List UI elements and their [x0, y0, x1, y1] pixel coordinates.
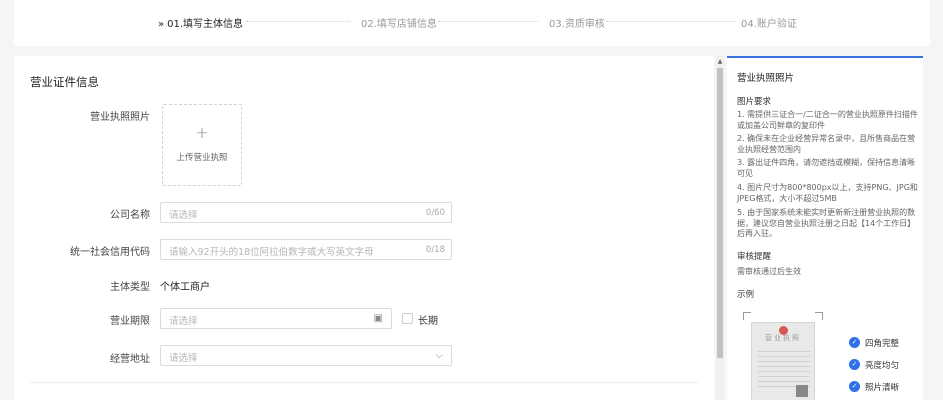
company-name-label: 公司名称: [110, 210, 150, 221]
step-connector: [606, 21, 736, 22]
form-scrollbar[interactable]: ▲: [716, 56, 724, 400]
corner-mark: [743, 312, 751, 320]
business-term-placeholder: 请选择: [169, 316, 198, 327]
text-lines: [758, 347, 810, 387]
qr-code-icon: [796, 385, 808, 397]
plus-icon: +: [195, 123, 209, 142]
address-label: 经营地址: [110, 354, 150, 365]
step-3[interactable]: 03.资质审核: [549, 15, 605, 30]
license-photo-label: 营业执照照片: [90, 112, 150, 123]
step-connector: [246, 21, 350, 22]
scroll-up-icon[interactable]: ▲: [716, 58, 724, 65]
sample-header: 营业执照: [765, 334, 801, 342]
credit-code-placeholder: 请输入92开头的18位阿拉伯数字或大写英文字母: [169, 247, 374, 258]
step-2[interactable]: 02.填写店铺信息: [361, 15, 437, 30]
chevron-down-icon: ⌵: [435, 350, 443, 361]
help-title: 营业执照照片: [737, 73, 795, 84]
long-term-label: 长期: [418, 316, 438, 327]
divider: [30, 382, 698, 383]
license-thumbnail: 营业执照: [751, 322, 815, 400]
scroll-thumb[interactable]: [717, 68, 723, 358]
check-circle-icon: ✓: [849, 337, 860, 348]
steps-bar: » 01.填写主体信息 02.填写店铺信息 03.资质审核 04.账户验证: [14, 0, 930, 46]
check-circle-icon: ✓: [849, 359, 860, 370]
example-title: 示例: [737, 290, 755, 300]
address-select[interactable]: 请选择 ⌵: [160, 345, 452, 366]
business-term-label: 营业期限: [110, 316, 150, 327]
check-circle-icon: ✓: [849, 381, 860, 392]
upload-text: 上传营业执照: [176, 153, 228, 163]
requirement-item: 2. 确保未在企业经营异常名录中，且所售商品在营业执照经营范围内: [737, 134, 916, 154]
review-title: 审核提醒: [737, 252, 772, 262]
business-license-form: 营业证件信息 营业执照照片 + 上传营业执照 公司名称 请选择 0/60 统一社…: [14, 56, 714, 400]
address-placeholder: 请选择: [169, 353, 198, 364]
requirement-item: 3. 露出证件四角，请勿遮挡或模糊，保持信息清晰可见: [737, 158, 916, 178]
step-4[interactable]: 04.账户验证: [741, 15, 797, 30]
step-1[interactable]: » 01.填写主体信息: [158, 15, 243, 30]
business-term-input[interactable]: 请选择 ▣: [160, 308, 392, 329]
requirements-title: 图片要求: [737, 97, 772, 107]
step-arrow-icon: »: [158, 19, 165, 30]
entity-type-label: 主体类型: [110, 282, 150, 293]
license-upload-box[interactable]: + 上传营业执照: [162, 104, 242, 186]
company-name-placeholder: 请选择: [169, 210, 198, 221]
requirement-item: 5. 由于国家系统未能实时更新新注册营业执照的数据，建议您自营业执照注册之日起【…: [737, 208, 916, 238]
credit-code-count: 0/18: [425, 245, 445, 255]
company-name-input[interactable]: 请选择 0/60: [160, 202, 452, 223]
requirement-item: 1. 需提供三证合一/二证合一的营业执照原件扫描件或加盖公司鲜章的复印件: [737, 110, 918, 130]
step-connector: [438, 21, 538, 22]
review-text: 需审核通过后生效: [737, 267, 801, 276]
company-name-count: 0/60: [425, 208, 445, 218]
sample-license-image: 营业执照: [743, 312, 823, 400]
help-panel: 营业执照照片 图片要求 1. 需提供三证合一/二证合一的营业执照原件扫描件或加盖…: [727, 56, 923, 400]
requirement-item: 4. 图片尺寸为800*800px以上，支持PNG、JPG和JPEG格式，大小不…: [737, 183, 918, 203]
long-term-checkbox[interactable]: [402, 313, 413, 324]
credit-code-label: 统一社会信用代码: [70, 247, 150, 258]
calendar-icon: ▣: [373, 313, 383, 324]
credit-code-input[interactable]: 请输入92开头的18位阿拉伯数字或大写英文字母 0/18: [160, 239, 452, 260]
entity-type-value: 个体工商户: [160, 282, 210, 293]
section-title: 营业证件信息: [30, 75, 99, 89]
corner-mark: [815, 312, 823, 320]
